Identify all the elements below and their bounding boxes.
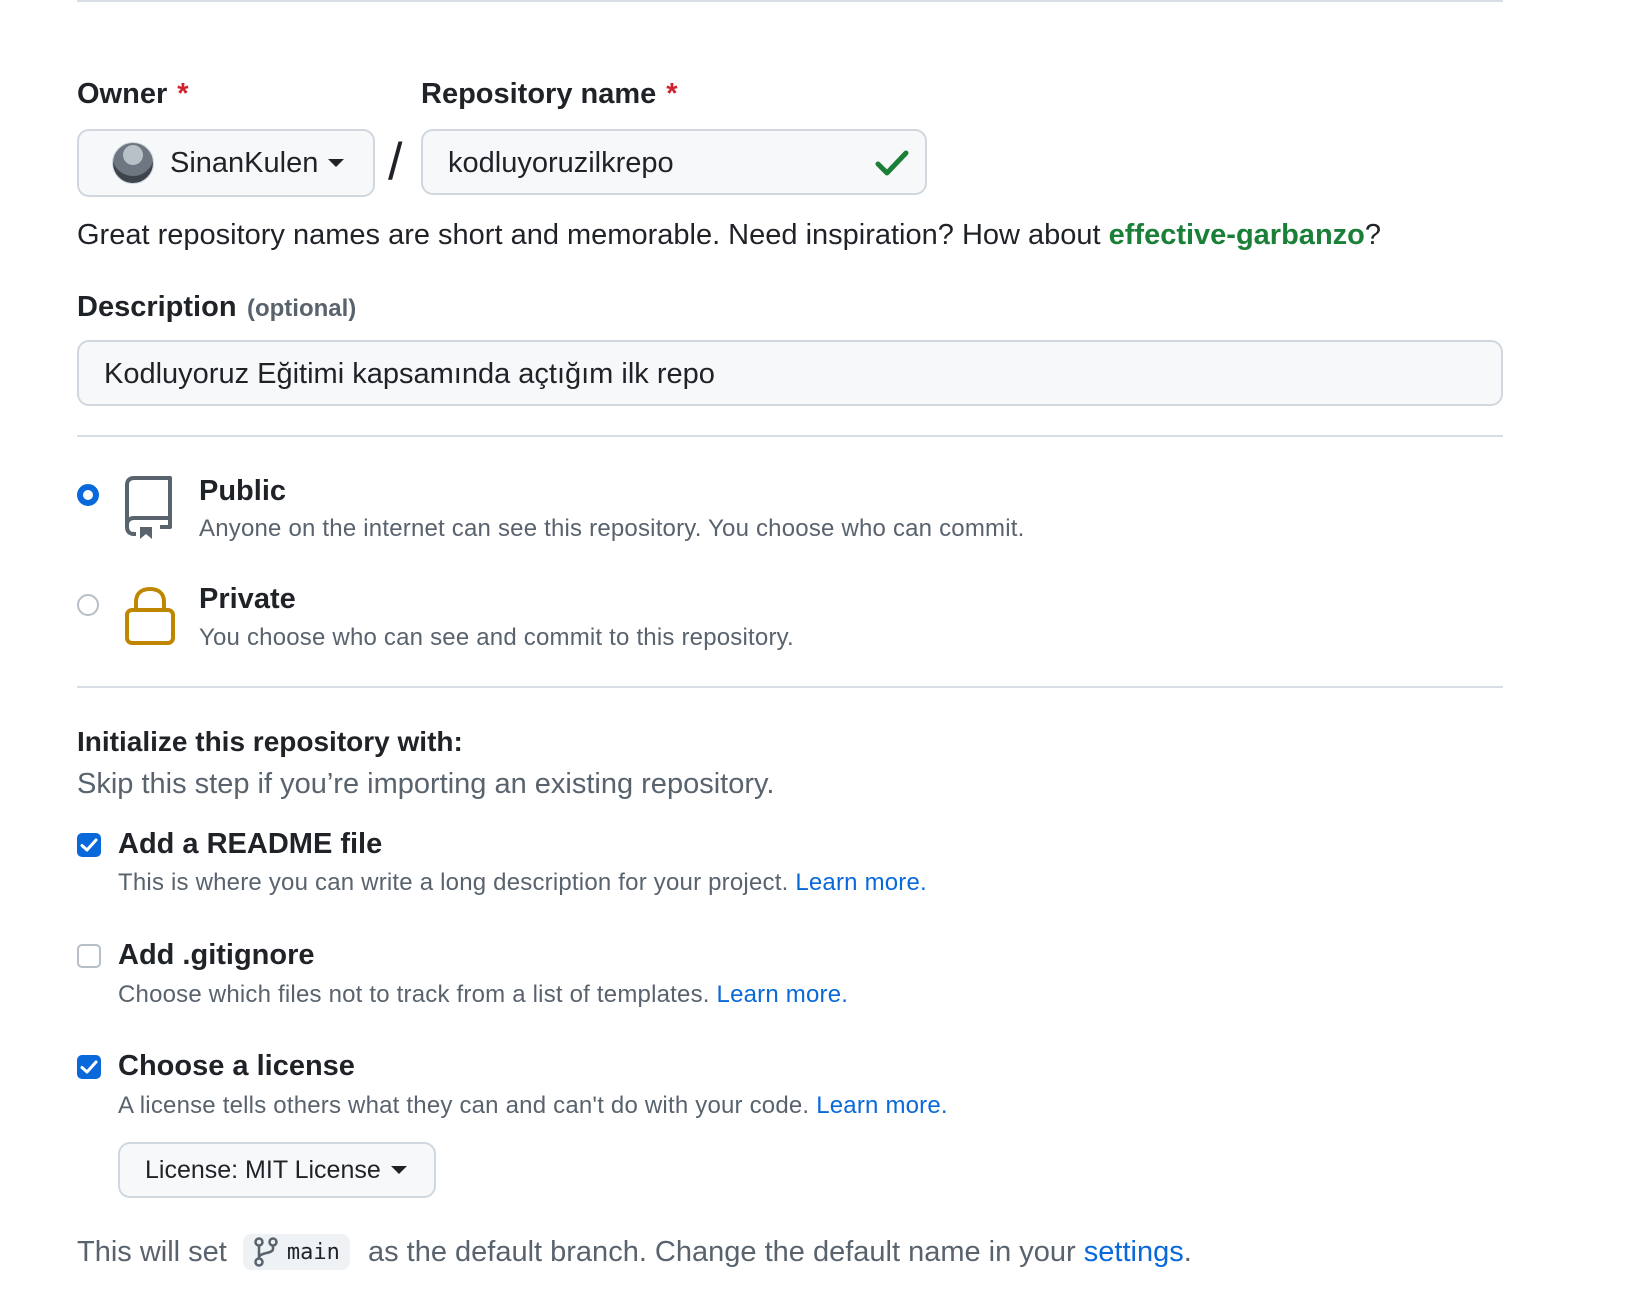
- top-divider: [77, 0, 1503, 2]
- owner-name: SinanKulen: [170, 146, 319, 179]
- readme-checkbox[interactable]: [77, 833, 101, 857]
- private-desc: You choose who can see and commit to thi…: [199, 624, 794, 651]
- license-checkbox[interactable]: [77, 1055, 101, 1079]
- repo-name-field[interactable]: [421, 129, 927, 195]
- git-branch-icon: [254, 1237, 278, 1267]
- license-title: Choose a license: [118, 1050, 355, 1082]
- init-subtitle: Skip this step if you’re importing an ex…: [77, 768, 775, 800]
- license-desc: A license tells others what they can and…: [118, 1092, 948, 1119]
- repo-name-input[interactable]: [448, 145, 868, 181]
- chevron-down-icon: [328, 159, 345, 167]
- divider: [77, 435, 1503, 437]
- public-title: Public: [199, 475, 287, 507]
- default-branch-note: This will set main as the default branch…: [77, 1234, 1192, 1270]
- gitignore-learn-more-link[interactable]: Learn more.: [717, 981, 849, 1008]
- gitignore-desc: Choose which files not to track from a l…: [118, 981, 849, 1008]
- description-input[interactable]: [104, 356, 1464, 392]
- lock-icon: [125, 586, 175, 645]
- chevron-down-icon: [390, 1166, 407, 1174]
- owner-label: Owner *: [77, 78, 189, 110]
- avatar: [112, 142, 154, 184]
- checkmark-icon: [80, 1060, 98, 1074]
- description-label: Description (optional): [77, 291, 357, 323]
- private-radio[interactable]: [77, 594, 99, 616]
- owner-repo-separator: /: [388, 133, 403, 191]
- readme-learn-more-link[interactable]: Learn more.: [795, 869, 927, 896]
- check-icon: [875, 150, 909, 176]
- branch-name: main: [286, 1239, 340, 1265]
- settings-link[interactable]: settings: [1084, 1236, 1184, 1269]
- repo-name-label: Repository name *: [421, 78, 678, 110]
- license-button-label: License: MIT License: [145, 1155, 381, 1184]
- owner-select[interactable]: SinanKulen: [77, 129, 375, 197]
- gitignore-title: Add .gitignore: [118, 939, 315, 971]
- description-field[interactable]: [77, 340, 1503, 406]
- public-desc: Anyone on the internet can see this repo…: [199, 515, 1025, 542]
- readme-title: Add a README file: [118, 828, 383, 860]
- private-title: Private: [199, 583, 296, 615]
- gitignore-checkbox[interactable]: [77, 944, 101, 968]
- repo-icon: [125, 476, 172, 539]
- license-learn-more-link[interactable]: Learn more.: [816, 1092, 948, 1119]
- init-title: Initialize this repository with:: [77, 726, 463, 757]
- owner-required-mark: *: [177, 78, 189, 110]
- divider: [77, 686, 1503, 688]
- name-suggestion-link[interactable]: effective-garbanzo: [1109, 219, 1365, 251]
- public-radio[interactable]: [77, 484, 99, 506]
- branch-chip: main: [242, 1234, 350, 1270]
- repo-required-mark: *: [666, 78, 678, 110]
- optional-hint: (optional): [246, 295, 357, 322]
- readme-desc: This is where you can write a long descr…: [118, 869, 927, 896]
- license-select-button[interactable]: License: MIT License: [118, 1142, 436, 1198]
- checkmark-icon: [80, 838, 98, 852]
- repo-name-hint: Great repository names are short and mem…: [77, 219, 1382, 251]
